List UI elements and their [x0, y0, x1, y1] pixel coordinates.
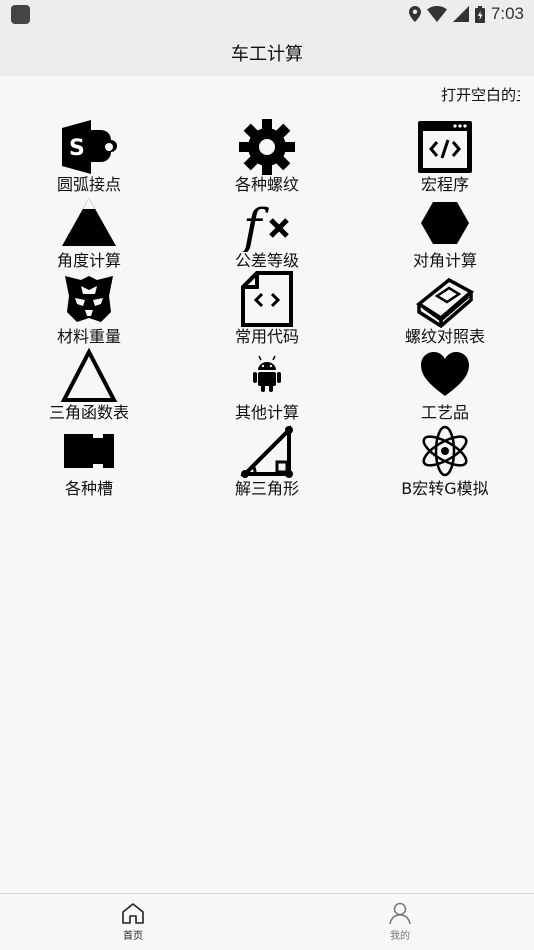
bottom-nav: 首页 我的	[0, 893, 534, 950]
heart-icon	[415, 346, 475, 404]
grid-item-arc-point[interactable]: S 圆弧接点	[14, 118, 164, 194]
grid-item-angle[interactable]: 角度计算	[14, 194, 164, 270]
hexagon-icon	[415, 194, 475, 252]
grid-item-label: 圆弧接点	[56, 175, 121, 194]
signal-icon	[452, 6, 469, 22]
battery-icon	[474, 5, 485, 23]
grid-item-label: 解三角形	[234, 479, 299, 498]
grid-item-trig-table[interactable]: 三角函数表	[14, 346, 164, 422]
code-file-icon	[237, 270, 297, 328]
person-icon	[389, 902, 411, 924]
status-icons: 7:03	[408, 4, 524, 24]
grid-item-label: 材料重量	[56, 327, 121, 346]
grid-item-label: 各种槽	[64, 479, 113, 498]
transformer-icon	[59, 270, 119, 328]
grid-item-label: 各种螺纹	[234, 175, 299, 194]
svg-text:S: S	[69, 136, 85, 161]
grid-item-material-weight[interactable]: 材料重量	[14, 270, 164, 346]
atom-icon	[415, 422, 475, 480]
location-icon	[408, 6, 421, 22]
grid-item-slots[interactable]: 各种槽	[14, 422, 164, 498]
grid-item-label: 公差等级	[234, 251, 299, 270]
grid-item-other-calc[interactable]: 其他计算	[192, 346, 342, 422]
wifi-icon	[426, 6, 447, 22]
status-time: 7:03	[490, 4, 524, 23]
status-bar: 7:03	[0, 0, 534, 28]
grid-item-label: 常用代码	[234, 327, 299, 346]
right-triangle-icon	[237, 422, 297, 480]
code-window-icon	[415, 118, 475, 176]
page-title: 车工计算	[231, 44, 303, 65]
gear-icon	[237, 118, 297, 176]
grid-item-threads[interactable]: 各种螺纹	[192, 118, 342, 194]
grid-item-label: 角度计算	[56, 251, 121, 270]
grid-item-label: 对角计算	[412, 251, 477, 270]
nav-home-label: 首页	[123, 931, 143, 942]
grid-item-tolerance[interactable]: f 公差等级	[192, 194, 342, 270]
grid-item-diagonal[interactable]: 对角计算	[370, 194, 520, 270]
app-notification-icon	[11, 5, 30, 24]
slot-icon	[59, 422, 119, 480]
triangle-filled-icon	[59, 194, 119, 252]
book-icon	[415, 270, 475, 328]
nav-mine-label: 我的	[390, 931, 410, 942]
nav-mine[interactable]: 我的	[360, 902, 440, 942]
svg-text:f: f	[239, 198, 269, 252]
grid-item-thread-table[interactable]: 螺纹对照表	[370, 270, 520, 346]
grid-item-label: 三角函数表	[48, 403, 129, 422]
grid-item-label: 工艺品	[420, 403, 469, 422]
grid-item-label: 其他计算	[234, 403, 299, 422]
sharepoint-icon: S	[59, 118, 119, 176]
grid-item-label: 螺纹对照表	[404, 327, 485, 346]
triangle-outline-icon	[59, 346, 119, 404]
grid-item-solve-triangle[interactable]: 解三角形	[192, 422, 342, 498]
grid-item-label: 宏程序	[420, 175, 469, 194]
grid-item-craft[interactable]: 工艺品	[370, 346, 520, 422]
marquee-text: 打开空白的主	[441, 86, 520, 102]
grid-item-label: B宏转G模拟	[401, 479, 489, 498]
grid-item-b-to-g[interactable]: B宏转G模拟	[370, 422, 520, 498]
home-icon	[122, 903, 144, 924]
nav-home[interactable]: 首页	[93, 902, 173, 942]
grid-item-macro[interactable]: 宏程序	[370, 118, 520, 194]
android-icon	[237, 346, 297, 404]
grid-item-common-codes[interactable]: 常用代码	[192, 270, 342, 346]
app-bar: 车工计算	[0, 28, 534, 76]
function-icon: f	[237, 194, 297, 252]
